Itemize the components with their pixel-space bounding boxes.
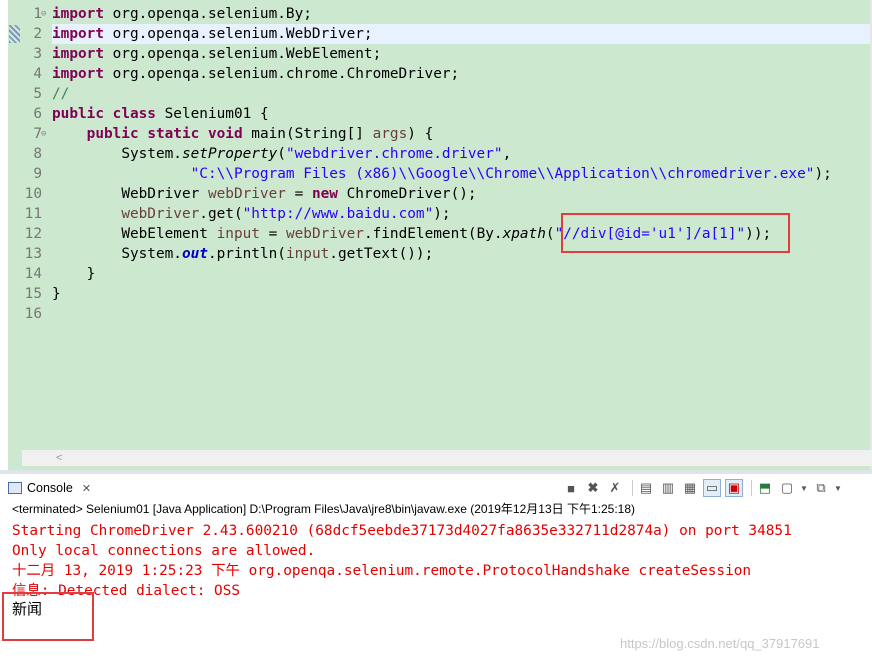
change-marker	[9, 25, 20, 43]
console-icon	[8, 482, 22, 494]
toolbar-separator	[632, 480, 633, 496]
new-console-icon[interactable]: ⧉	[812, 479, 830, 497]
line-number: 6	[33, 106, 42, 122]
display-console-dropdown-icon[interactable]: ▼	[800, 479, 808, 497]
line-number: 3	[33, 46, 42, 62]
line-number: 15	[24, 286, 42, 302]
horizontal-scrollbar[interactable]: <	[22, 450, 872, 466]
console-toolbar: ■ ✖ ✗ ▤ ▥ ▦ ▭ ▣ ⬒ ▢ ▼ ⧉ ▼	[562, 478, 846, 498]
show-stderr-icon[interactable]: ▣	[725, 479, 743, 497]
code-line[interactable]: }	[52, 264, 96, 284]
line-number: 4	[33, 66, 42, 82]
remove-launch-icon[interactable]: ✖	[584, 479, 602, 497]
code-line[interactable]: webDriver.get("http://www.baidu.com");	[52, 204, 450, 224]
overview-ruler	[0, 0, 8, 470]
code-editor[interactable]: 1 ⊖ 2 3 4 5 6 7 ⊖ 8 9 10 11 12 13 14 15 …	[0, 0, 872, 470]
remove-all-icon[interactable]: ✗	[606, 479, 624, 497]
scroll-lock-icon[interactable]: ▤	[637, 479, 655, 497]
pin-console-icon[interactable]: ⬒	[756, 479, 774, 497]
console-header: Console ✕ ■ ✖ ✗ ▤ ▥ ▦ ▭ ▣ ⬒ ▢ ▼ ⧉ ▼	[0, 474, 872, 500]
fold-collapse-icon[interactable]: ⊖	[41, 4, 46, 24]
line-number: 8	[33, 146, 42, 162]
code-line[interactable]: import org.openqa.selenium.By;	[52, 4, 312, 24]
code-line[interactable]: import org.openqa.selenium.WebElement;	[52, 44, 381, 64]
word-wrap-icon[interactable]: ▥	[659, 479, 677, 497]
line-number: 2	[33, 26, 42, 42]
line-number: 16	[24, 306, 42, 322]
console-output-line: 十二月 13, 2019 1:25:23 下午 org.openqa.selen…	[12, 563, 752, 579]
line-number: 9	[33, 166, 42, 182]
toolbar-separator	[751, 480, 752, 496]
code-line[interactable]: import org.openqa.selenium.chrome.Chrome…	[52, 64, 459, 84]
code-line[interactable]: System.setProperty("webdriver.chrome.dri…	[52, 144, 511, 164]
console-output-line: Starting ChromeDriver 2.43.600210 (68dcf…	[12, 523, 792, 539]
clear-console-icon[interactable]: ▦	[681, 479, 699, 497]
new-console-dropdown-icon[interactable]: ▼	[834, 479, 842, 497]
xpath-highlight-box	[561, 213, 790, 253]
code-line[interactable]: public class Selenium01 {	[52, 104, 269, 124]
line-number: 7	[33, 126, 42, 142]
scroll-left-icon[interactable]: <	[56, 450, 62, 466]
display-console-icon[interactable]: ▢	[778, 479, 796, 497]
show-stdout-icon[interactable]: ▭	[703, 479, 721, 497]
code-line-current[interactable]: import org.openqa.selenium.WebDriver;	[52, 24, 872, 44]
fold-collapse-icon[interactable]: ⊖	[41, 124, 46, 144]
tab-console-label: Console	[27, 481, 73, 495]
code-line[interactable]: }	[52, 284, 61, 304]
line-number: 11	[24, 206, 42, 222]
console-output-line: Only local connections are allowed.	[12, 543, 316, 559]
code-line[interactable]: //	[52, 84, 69, 104]
line-number-gutter: 1 ⊖ 2 3 4 5 6 7 ⊖ 8 9 10 11 12 13 14 15 …	[22, 0, 50, 450]
watermark: https://blog.csdn.net/qq_37917691	[620, 636, 820, 651]
code-line[interactable]: "C:\\Program Files (x86)\\Google\\Chrome…	[52, 164, 832, 184]
output-highlight-box	[2, 592, 94, 641]
line-number: 10	[24, 186, 42, 202]
terminate-icon[interactable]: ■	[562, 479, 580, 497]
code-line[interactable]: public static void main(String[] args) {	[52, 124, 434, 144]
line-number: 13	[24, 246, 42, 262]
tab-console[interactable]: Console ✕	[8, 477, 91, 499]
line-number: 14	[24, 266, 42, 282]
code-line[interactable]: System.out.println(input.getText());	[52, 244, 433, 264]
line-number: 12	[24, 226, 42, 242]
line-number: 5	[33, 86, 42, 102]
code-line[interactable]: WebDriver webDriver = new ChromeDriver()…	[52, 184, 476, 204]
console-status: <terminated> Selenium01 [Java Applicatio…	[12, 502, 635, 516]
close-icon[interactable]: ✕	[82, 482, 91, 495]
line-number: 1	[33, 6, 42, 22]
